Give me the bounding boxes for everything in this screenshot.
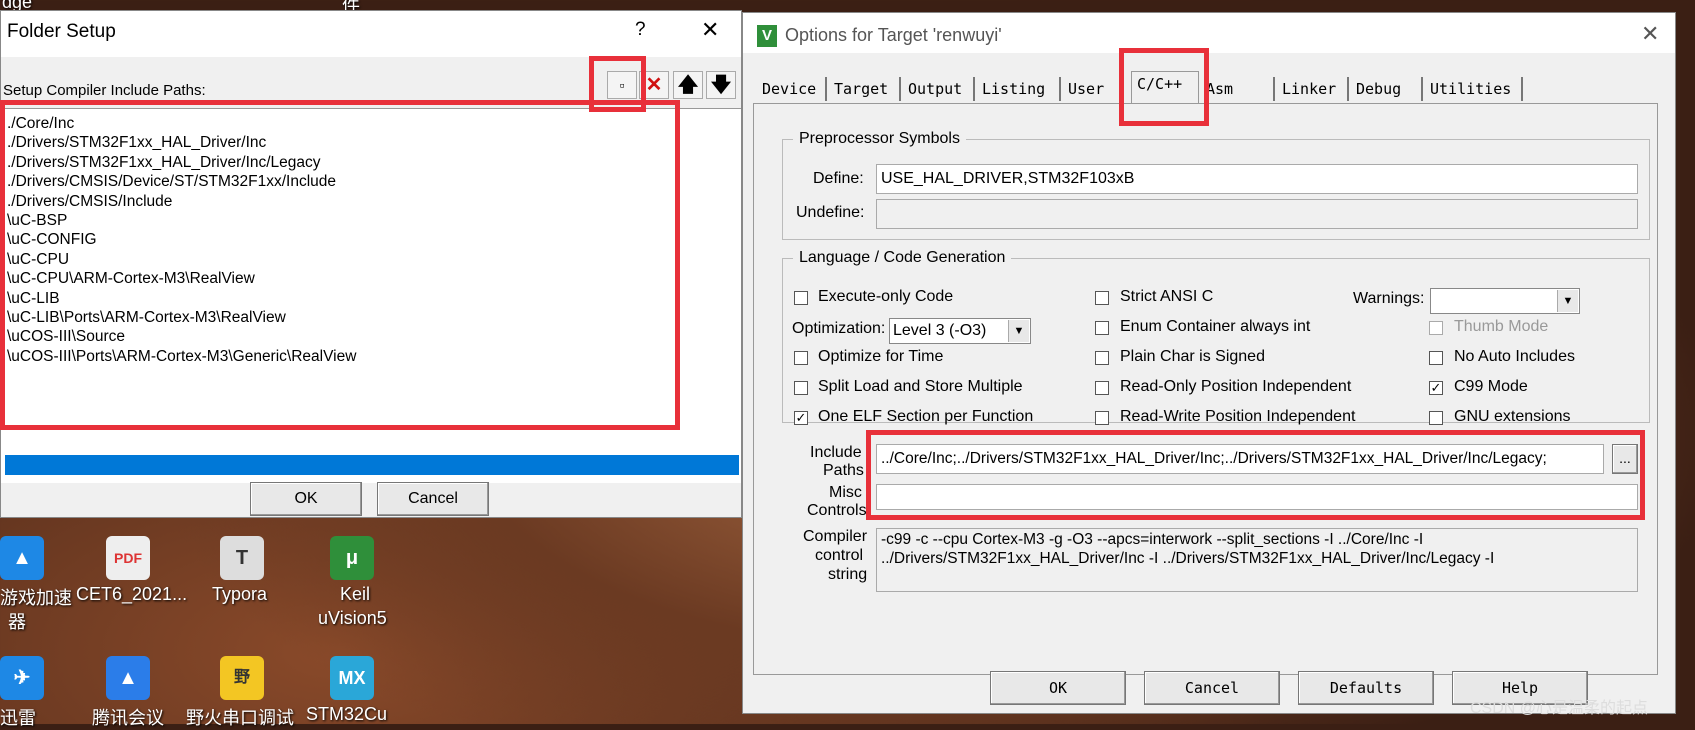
tab-utilities[interactable]: Utilities [1425,77,1523,101]
chevron-down-icon: ▼ [1557,290,1578,312]
ro-pi-checkbox[interactable] [1095,381,1109,395]
move-down-icon[interactable]: 🡇 [706,71,736,99]
tab-output[interactable]: Output [903,77,975,101]
desktop-icon-label: STM32Cu [306,704,388,724]
highlight-path-list [0,100,680,430]
xunlei-icon[interactable]: ✈ [0,656,44,700]
tab-target[interactable]: Target [829,77,901,101]
folder-titlebar: Folder Setup ? ✕ [1,11,741,57]
split-load-checkbox[interactable] [794,381,808,395]
define-input[interactable]: USE_HAL_DRIVER,STM32F103xB [876,164,1638,194]
keil-app-icon: V [757,25,777,47]
desktop-icon-label: 野火串口调试 [186,708,294,728]
desktop-icon-label: uVision5 [318,608,387,628]
optimization-select[interactable]: Level 3 (-O3) ▼ [889,318,1031,344]
close-icon[interactable]: ✕ [1641,21,1659,47]
define-label: Define: [813,170,864,187]
thumb-mode-checkbox[interactable] [1429,321,1443,335]
c-cpp-tab-panel: Preprocessor Symbols Define: USE_HAL_DRI… [753,103,1658,675]
execute-only-checkbox[interactable] [794,291,808,305]
cancel-button[interactable]: Cancel [377,482,489,516]
tab-asm[interactable]: Asm [1201,77,1275,101]
tab-listing[interactable]: Listing [977,77,1061,101]
options-titlebar: V Options for Target 'renwuyi' ✕ [743,13,1675,53]
cancel-button[interactable]: Cancel [1144,671,1280,705]
csdn-watermark: CSDN @心是温柔的起点 [1470,700,1649,717]
desktop-icon-label: 腾讯会议 [92,708,164,728]
compiler-string-label-2: control [815,547,864,564]
rw-pi-checkbox[interactable] [1095,411,1109,425]
tab-debug[interactable]: Debug [1351,77,1423,101]
plain-char-checkbox[interactable] [1095,351,1109,365]
tab-device[interactable]: Device [757,77,827,101]
tencent-meeting-icon[interactable]: ▲ [106,656,150,700]
keil-uvision-icon[interactable]: μ [330,536,374,580]
thumb-mode-label: Thumb Mode [1454,318,1549,335]
ok-button[interactable]: OK [990,671,1126,705]
execute-only-label: Execute-only Code [818,288,954,305]
ok-button[interactable]: OK [250,482,362,516]
desktop-icon-label: 游戏加速 [0,588,72,608]
desktop-icon-label: Keil [340,584,371,604]
options-dialog-title: Options for Target 'renwuyi' [785,25,1002,45]
selected-empty-row[interactable] [5,455,739,475]
gnu-ext-label: GNU extensions [1454,408,1571,425]
undefine-input[interactable] [876,199,1638,229]
help-button[interactable]: ? [635,19,646,41]
move-up-icon[interactable]: 🡅 [673,71,703,99]
compiler-string-label-3: string [828,566,868,583]
one-elf-label: One ELF Section per Function [818,408,1034,425]
optimization-value: Level 3 (-O3) [893,322,987,339]
include-paths-label-2: Paths [823,462,864,479]
highlight-include-paths [866,430,1645,520]
no-auto-includes-checkbox[interactable] [1429,351,1443,365]
pdf-file-icon[interactable]: PDF [106,536,150,580]
desktop-icon-label: Typora [212,584,268,604]
rw-pi-label: Read-Write Position Independent [1120,408,1356,425]
split-load-label: Split Load and Store Multiple [818,378,1023,395]
game-accelerator-icon[interactable]: ▲ [0,536,44,580]
warnings-label: Warnings: [1353,290,1425,307]
strict-ansi-checkbox[interactable] [1095,291,1109,305]
c99-mode-label: C99 Mode [1454,378,1528,395]
optimize-time-label: Optimize for Time [818,348,944,365]
enum-container-label: Enum Container always int [1120,318,1311,335]
chevron-down-icon: ▼ [1008,320,1029,342]
enum-container-checkbox[interactable] [1095,321,1109,335]
gnu-ext-checkbox[interactable] [1429,411,1443,425]
language-legend: Language / Code Generation [799,249,1006,266]
stm32cubemx-icon[interactable]: MX [330,656,374,700]
folder-dialog-title: Folder Setup [7,21,116,42]
compiler-string-line-1: -c99 -c --cpu Cortex-M3 -g -O3 --apcs=in… [881,531,1424,548]
c99-mode-checkbox[interactable]: ✓ [1429,381,1443,395]
highlight-c-cpp-tab [1119,48,1209,126]
plain-char-label: Plain Char is Signed [1120,348,1265,365]
compiler-string-box[interactable]: -c99 -c --cpu Cortex-M3 -g -O3 --apcs=in… [876,528,1638,592]
defaults-button[interactable]: Defaults [1298,671,1434,705]
paths-header-label: Setup Compiler Include Paths: [3,82,206,99]
compiler-string-label: Compiler [803,528,868,545]
typora-icon[interactable]: T [220,536,264,580]
optimize-time-checkbox[interactable] [794,351,808,365]
optimization-label: Optimization: [792,320,886,337]
ro-pi-label: Read-Only Position Independent [1120,378,1352,395]
serial-tool-icon[interactable]: 野 [220,656,264,700]
one-elf-checkbox[interactable]: ✓ [794,411,808,425]
close-icon[interactable]: ✕ [701,17,719,43]
strict-ansi-label: Strict ANSI C [1120,288,1214,305]
options-target-dialog: V Options for Target 'renwuyi' ✕ Device … [742,12,1676,714]
no-auto-includes-label: No Auto Includes [1454,348,1575,365]
warnings-select[interactable]: ▼ [1430,288,1580,314]
tab-linker[interactable]: Linker [1277,77,1349,101]
compiler-string-line-2: ../Drivers/STM32F1xx_HAL_Driver/Inc -I .… [881,550,1495,567]
desktop-icon-label: 器 [8,612,26,632]
misc-controls-label: Misc [829,484,862,501]
desktop-icon-label: CET6_2021... [76,584,188,604]
tab-user[interactable]: User [1063,77,1123,101]
include-paths-label: Include [810,444,862,461]
preprocessor-legend: Preprocessor Symbols [799,130,960,147]
undefine-label: Undefine: [796,204,865,221]
desktop-icon-label: 迅雷 [0,708,36,728]
misc-controls-label-2: Controls [807,502,867,519]
